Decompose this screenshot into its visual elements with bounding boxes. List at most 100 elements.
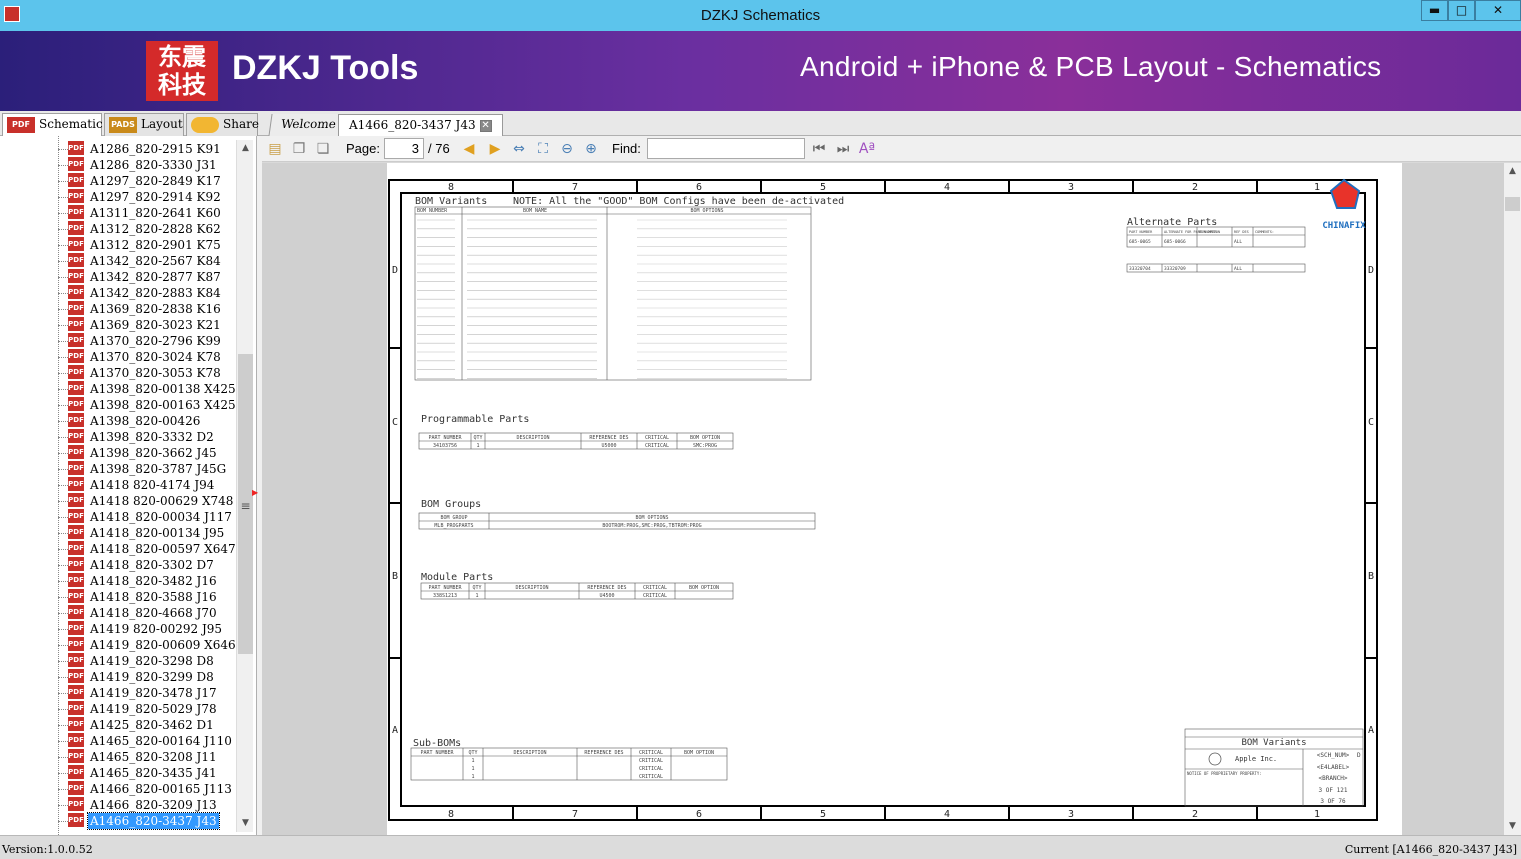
tree-item-label: A1311_820-2641 K60 [90, 206, 221, 220]
document-scrollbar[interactable]: ▲ ▼ [1504, 163, 1521, 835]
schematic-drawing: 8 8 7 7 6 6 5 5 4 4 3 3 2 2 1 1 D D C C B B A A BOM Variants NOT… [388, 178, 1378, 821]
pdf-icon: PDF [68, 525, 84, 539]
splitter-arrow-icon[interactable]: ▶ [252, 488, 258, 500]
pdf-icon: PDF [68, 813, 84, 827]
column-label: 3 [1068, 809, 1074, 820]
doc-scroll-up-icon[interactable]: ▲ [1504, 163, 1521, 180]
pdf-icon: PDF [68, 797, 84, 811]
column-label: 7 [572, 809, 578, 820]
title-block-page-title: BOM Variants [1241, 738, 1306, 748]
close-button[interactable]: ✕ [1475, 0, 1521, 21]
module-cell: CRITICAL [643, 593, 667, 599]
schematic-tree[interactable]: PDF A1286_820-2915 K91 PDF A1286_820-3330 J… [0, 136, 257, 835]
open-file-icon[interactable]: ▤ [266, 140, 284, 158]
minimize-button[interactable]: ▬ [1421, 0, 1448, 21]
pdf-icon: PDF [68, 541, 84, 555]
tree-connector [58, 437, 68, 438]
pdf-icon: PDF [68, 637, 84, 651]
tab-document-label: A1466_820-3437 J43 [349, 118, 476, 132]
zoom-out-icon[interactable]: ⊖ [558, 140, 576, 158]
column-label: 8 [448, 182, 454, 193]
alternate-cell: 33320704 [1129, 266, 1151, 272]
tab-close-icon[interactable]: ✕ [479, 119, 492, 132]
fit-page-icon[interactable]: ⛶ [534, 140, 552, 158]
chinafix-watermark: CHINAFIX [1322, 221, 1366, 231]
pdf-icon: PDF [7, 117, 35, 133]
tree-connector [58, 389, 68, 390]
tab-schematic[interactable]: PDF Schematic [2, 113, 103, 137]
bom-header: BOM OPTIONS [690, 208, 723, 214]
find-input[interactable] [647, 138, 805, 159]
tree-connector [58, 341, 68, 342]
tree-item-label: A1369_820-3023 K21 [90, 318, 221, 332]
zoom-in-icon[interactable]: ⊕ [582, 140, 600, 158]
pdf-icon: PDF [68, 189, 84, 203]
doc-scroll-down-icon[interactable]: ▼ [1504, 818, 1521, 835]
tree-item-label: A1466_820-3437 J43 [87, 812, 220, 830]
tree-scrollbar[interactable]: ▲ ≡ ▼ [236, 140, 253, 832]
title-block-rev: D [1357, 752, 1361, 759]
tree-connector [58, 165, 68, 166]
maximize-button[interactable]: □ [1448, 0, 1475, 21]
next-page-icon[interactable]: ▶ [486, 140, 504, 158]
row-label: C [1368, 417, 1374, 428]
match-case-icon[interactable]: Aª [858, 140, 876, 158]
tab-schematic-label: Schematic [39, 117, 103, 131]
tree-item-label: A1419_820-3299 D8 [90, 670, 214, 684]
subboms-header: PART NUMBER [420, 750, 454, 756]
copy-icon[interactable]: ❏ [314, 140, 332, 158]
column-label: 1 [1314, 182, 1320, 193]
tree-item-label: A1398_820-00138 X425 [90, 382, 236, 396]
pdf-icon: PDF [68, 397, 84, 411]
tab-share[interactable]: Share [186, 113, 259, 136]
pdf-icon: PDF [68, 493, 84, 507]
viewer-toolbar: ▤ ❐ ❏ Page: 3 / 76 ◀ ▶ ⇔ ⛶ ⊖ ⊕ Find: ⏮ ⏭… [262, 136, 1521, 162]
tab-layout[interactable]: PADS Layout [104, 113, 184, 136]
document-area[interactable]: 8 8 7 7 6 6 5 5 4 4 3 3 2 2 1 1 D D C C B B A A BOM Variants NOT… [262, 163, 1504, 835]
tree-connector [58, 245, 68, 246]
doc-scroll-thumb[interactable] [1505, 197, 1520, 211]
row-label: B [1368, 571, 1374, 582]
programmable-header: BOM OPTION [690, 435, 720, 441]
subboms-cell: 1 [471, 774, 474, 780]
copy-page-icon[interactable]: ❐ [290, 140, 308, 158]
scroll-up-icon[interactable]: ▲ [237, 140, 254, 157]
column-label: 8 [448, 809, 454, 820]
tree-connector [58, 261, 68, 262]
banner: 东震科技 DZKJ Tools Android + iPhone & PCB L… [0, 31, 1521, 111]
pdf-icon: PDF [68, 765, 84, 779]
pdf-icon: PDF [68, 381, 84, 395]
tree-item-label: A1370_820-2796 K99 [90, 334, 221, 348]
pdf-icon: PDF [68, 221, 84, 235]
previous-page-icon[interactable]: ◀ [460, 140, 478, 158]
title-bar: DZKJ Schematics ▬ □ ✕ [0, 0, 1521, 31]
tab-welcome[interactable]: Welcome [268, 114, 349, 136]
tree-item-label: A1342_820-2567 K84 [90, 254, 221, 268]
column-label: 4 [944, 809, 950, 820]
bom-note: NOTE: All the "GOOD" BOM Configs have be… [513, 196, 844, 207]
programmable-cell: SMC:PROG [693, 443, 717, 449]
module-cell: U4500 [599, 593, 614, 599]
programmable-title: Programmable Parts [421, 414, 529, 425]
page-number-input[interactable]: 3 [384, 138, 424, 159]
tree-connector [58, 613, 68, 614]
tabs-row: PDF Schematic PADS Layout Share Welcome … [0, 111, 1521, 137]
title-block-e4label: <E4LABEL> [1317, 764, 1350, 771]
find-previous-icon[interactable]: ⏮ [810, 140, 828, 158]
pdf-icon: PDF [68, 173, 84, 187]
subboms-header: DESCRIPTION [513, 750, 546, 756]
pdf-icon: PDF [68, 477, 84, 491]
tree-item-label: A1418_820-4668 J70 [90, 606, 217, 620]
tab-document[interactable]: A1466_820-3437 J43 ✕ [338, 114, 503, 136]
fit-width-icon[interactable]: ⇔ [510, 140, 528, 158]
tree-item-label: A1286_820-2915 K91 [90, 142, 221, 156]
find-next-icon[interactable]: ⏭ [834, 140, 852, 158]
programmable-cell: U5000 [601, 443, 616, 449]
tree-item-label: A1465_820-00164 J110 [90, 734, 232, 748]
scroll-down-icon[interactable]: ▼ [237, 815, 254, 832]
tree-connector [58, 309, 68, 310]
tab-welcome-label: Welcome [280, 117, 337, 131]
pdf-icon: PDF [68, 253, 84, 267]
pdf-icon: PDF [68, 237, 84, 251]
pdf-icon: PDF [68, 781, 84, 795]
